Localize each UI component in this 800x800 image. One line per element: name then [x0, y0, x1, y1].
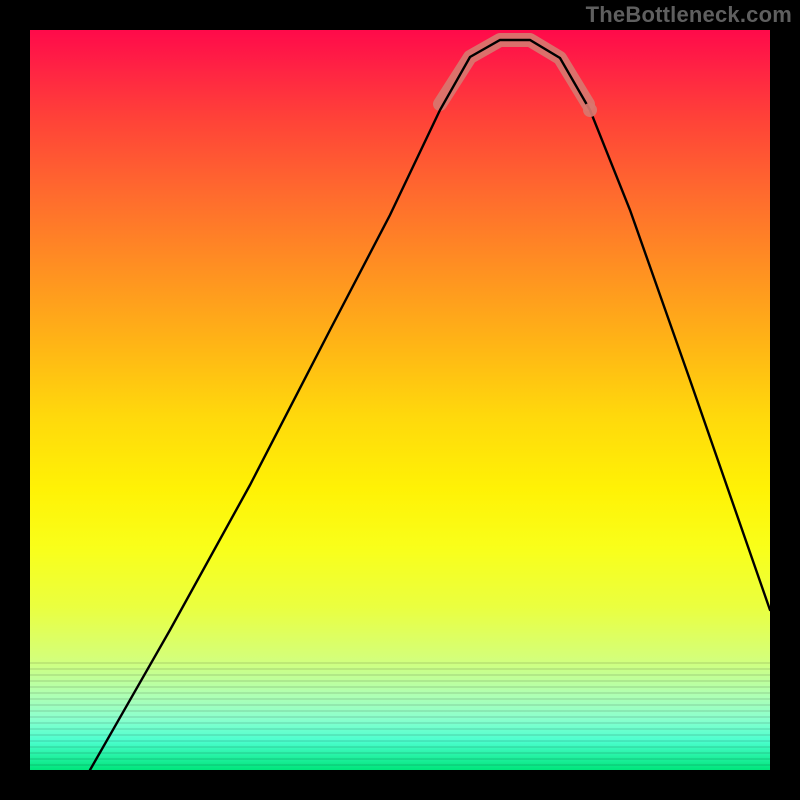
bottom-banding [30, 660, 770, 770]
tolerance-band [440, 40, 588, 104]
bottleneck-curve [90, 40, 770, 770]
plot-area [30, 30, 770, 770]
curve-layer [30, 30, 770, 770]
chart-canvas: TheBottleneck.com [0, 0, 800, 800]
watermark-label: TheBottleneck.com [586, 2, 792, 28]
marker-dot [583, 103, 597, 117]
